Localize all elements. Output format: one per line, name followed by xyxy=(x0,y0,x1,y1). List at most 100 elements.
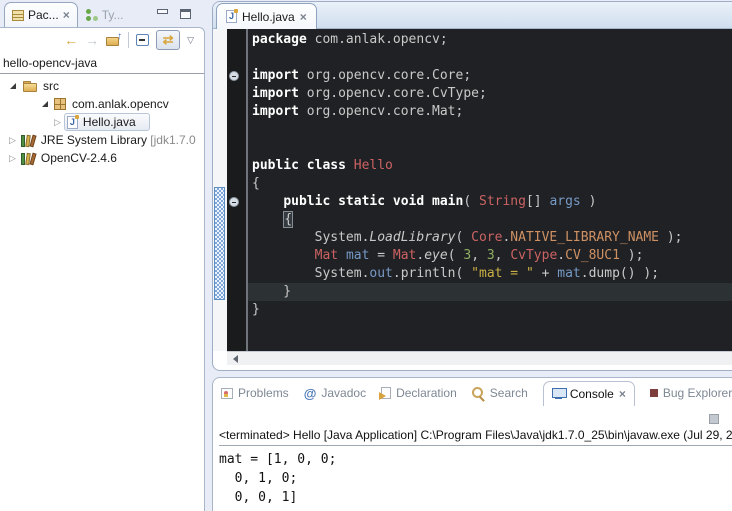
collapsed-arrow-icon[interactable]: ▷ xyxy=(9,154,16,163)
go-up-icon[interactable]: ↑ xyxy=(106,34,121,46)
tree-item-src[interactable]: src xyxy=(0,77,204,95)
tab-hello-java[interactable]: J Hello.java × xyxy=(216,3,317,29)
collapse-all-icon[interactable] xyxy=(136,34,149,46)
code-token: String xyxy=(479,194,526,209)
code-line[interactable]: Mat mat = Mat.eye( 3, 3, CvType.CV_8UC1 … xyxy=(248,247,732,265)
code-token xyxy=(252,248,315,263)
code-token xyxy=(252,194,283,209)
console-toolbar-icon[interactable] xyxy=(709,414,719,424)
code-line[interactable]: public static void main( String[] args ) xyxy=(248,193,732,211)
code-token: "mat = " xyxy=(471,266,534,281)
code-token: } xyxy=(252,284,291,299)
code-line[interactable]: System.LoadLibrary( Core.NATIVE_LIBRARY_… xyxy=(248,229,732,247)
fold-collapse-icon[interactable] xyxy=(229,197,239,207)
view-window-buttons xyxy=(157,9,205,27)
tab-problems[interactable]: Problems xyxy=(221,386,289,400)
tab-package-explorer[interactable]: Pac... × xyxy=(4,2,78,27)
collapsed-arrow-icon[interactable]: ▷ xyxy=(54,118,61,127)
code-token: mat xyxy=(557,266,580,281)
code-line[interactable] xyxy=(248,49,732,67)
console-output[interactable]: mat = [1, 0, 0; 0, 1, 0; 0, 0, 1] xyxy=(219,450,336,507)
code-token: mat xyxy=(346,248,369,263)
code-token: 3 xyxy=(487,248,495,263)
code-line[interactable]: import org.opencv.core.Core; xyxy=(248,67,732,85)
library-icon xyxy=(21,134,37,147)
code-line[interactable]: { xyxy=(248,175,732,193)
src-label: src xyxy=(43,79,59,93)
code-line[interactable] xyxy=(248,121,732,139)
code-line[interactable]: public class Hello xyxy=(248,157,732,175)
code-token: import xyxy=(252,86,299,101)
package-explorer-toolbar: ← → ↑ ⇄ ▽ xyxy=(0,28,204,52)
code-line[interactable] xyxy=(248,139,732,157)
tab-search[interactable]: Search xyxy=(472,386,528,400)
tree-item-package[interactable]: com.anlak.opencv xyxy=(0,95,204,113)
tab-package-explorer-label: Pac... xyxy=(28,8,59,22)
tab-console[interactable]: Console × xyxy=(543,381,635,406)
bug-explorer-icon xyxy=(650,389,658,397)
code-token: ( xyxy=(463,194,479,209)
opencv-label: OpenCV-2.4.6 xyxy=(41,151,117,165)
code-token: Mat xyxy=(393,248,416,263)
code-token: { xyxy=(283,211,293,228)
link-with-editor-toggle[interactable]: ⇄ xyxy=(156,30,180,50)
editor-tabbar: J Hello.java × xyxy=(213,2,732,29)
editor-tab-label: Hello.java xyxy=(242,10,295,24)
scroll-left-arrow-icon[interactable] xyxy=(227,352,243,366)
code-line[interactable]: System.out.println( "mat = " + mat.dump(… xyxy=(248,265,732,283)
maximize-icon[interactable] xyxy=(180,9,191,19)
view-menu-icon[interactable]: ▽ xyxy=(187,35,194,46)
code-token: + xyxy=(534,266,557,281)
bottom-view-tabbar: Problems @ Javadoc Declaration Search Co… xyxy=(221,380,732,406)
code-line[interactable]: package com.anlak.opencv; xyxy=(248,31,732,49)
code-token: 3 xyxy=(463,248,471,263)
code-token: out xyxy=(369,266,392,281)
code-token xyxy=(424,194,432,209)
folding-ruler[interactable] xyxy=(227,29,248,351)
code-editor[interactable]: package com.anlak.opencv; import org.ope… xyxy=(248,29,732,351)
close-icon[interactable]: × xyxy=(300,11,307,23)
fold-collapse-icon[interactable] xyxy=(229,71,239,81)
tab-javadoc[interactable]: @ Javadoc xyxy=(304,386,366,400)
hello-java-label: Hello.java xyxy=(83,115,136,129)
back-arrow-icon[interactable]: ← xyxy=(64,33,78,47)
editor-horizontal-scrollbar[interactable] xyxy=(227,351,732,365)
console-icon xyxy=(552,388,565,399)
code-token: [] xyxy=(526,194,549,209)
tree-item-hello-java[interactable]: ▷ J Hello.java xyxy=(0,113,204,131)
code-token: Hello xyxy=(354,158,393,173)
tree-item-project[interactable]: hello-opencv-java xyxy=(0,54,204,72)
tab-type-hierarchy[interactable]: Ty... xyxy=(78,3,132,27)
source-folder-icon xyxy=(23,81,37,92)
code-token: Core xyxy=(471,230,502,245)
annotation-ruler[interactable] xyxy=(213,29,227,351)
code-token: public class xyxy=(252,158,346,173)
code-line[interactable]: } xyxy=(248,301,732,319)
tab-search-label: Search xyxy=(490,386,528,400)
code-token xyxy=(338,248,346,263)
code-token: ( xyxy=(448,248,464,263)
code-line[interactable]: import org.opencv.core.CvType; xyxy=(248,85,732,103)
code-token: System. xyxy=(252,230,369,245)
code-token: = xyxy=(369,248,392,263)
package-label: com.anlak.opencv xyxy=(72,97,169,111)
close-icon[interactable]: × xyxy=(619,388,626,400)
expanded-arrow-icon[interactable] xyxy=(10,83,16,89)
close-icon[interactable]: × xyxy=(63,9,70,21)
divider xyxy=(0,73,204,74)
code-line[interactable]: } xyxy=(248,283,732,301)
minimize-icon[interactable] xyxy=(157,9,168,14)
expanded-arrow-icon[interactable] xyxy=(42,101,48,107)
code-line[interactable]: import org.opencv.core.Mat; xyxy=(248,103,732,121)
code-line[interactable]: { xyxy=(248,211,732,229)
code-token: org.opencv.core.Mat; xyxy=(299,104,463,119)
tab-bug-explorer[interactable]: Bug Explorer xyxy=(650,386,732,400)
tab-declaration[interactable]: Declaration xyxy=(381,386,457,400)
code-token: , xyxy=(495,248,511,263)
tree-item-jre[interactable]: ▷ JRE System Library [jdk1.7.0 xyxy=(0,131,204,149)
package-explorer-icon xyxy=(12,10,24,21)
console-output-line: mat = [1, 0, 0; xyxy=(219,450,336,469)
tree-item-opencv[interactable]: ▷ OpenCV-2.4.6 xyxy=(0,149,204,167)
collapsed-arrow-icon[interactable]: ▷ xyxy=(9,136,16,145)
forward-arrow-icon[interactable]: → xyxy=(85,33,99,47)
